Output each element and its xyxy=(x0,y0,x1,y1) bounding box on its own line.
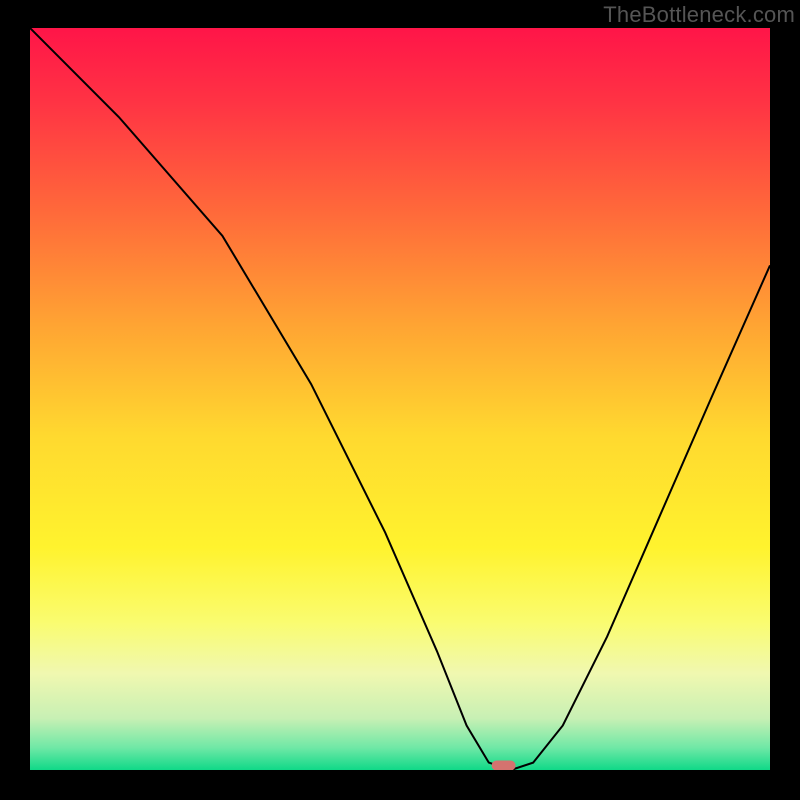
current-point-marker xyxy=(492,761,516,771)
chart-background xyxy=(30,28,770,770)
watermark-text: TheBottleneck.com xyxy=(603,2,795,28)
chart-area xyxy=(30,28,770,770)
chart-svg xyxy=(30,28,770,770)
